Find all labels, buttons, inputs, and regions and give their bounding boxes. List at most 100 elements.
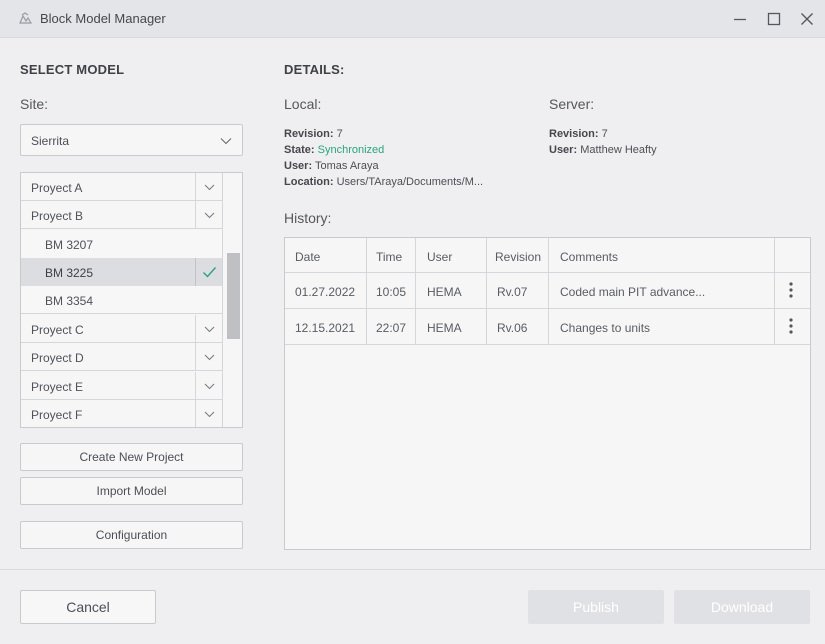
chevron-down-icon [204, 326, 215, 333]
chevron-down-icon [204, 184, 215, 191]
more-options-icon[interactable] [787, 281, 795, 299]
select-model-heading: SELECT MODEL [20, 62, 125, 77]
row-divider [285, 272, 810, 273]
tree-item-label: BM 3225 [45, 266, 94, 280]
local-state-key: State: [284, 144, 315, 156]
server-user-key: User: [549, 144, 578, 156]
local-revision-key: Revision: [284, 128, 334, 140]
cell-user: HEMA [427, 321, 462, 335]
column-header-revision[interactable]: Revision [495, 250, 541, 264]
local-user-value: Tomas Araya [314, 160, 379, 172]
tree-item-proyect-d[interactable]: Proyect D [21, 343, 222, 371]
tree-item-label: Proyect A [31, 181, 83, 195]
tree-item-label: BM 3354 [45, 294, 94, 308]
column-divider [774, 238, 775, 345]
create-new-project-button[interactable]: Create New Project [20, 443, 243, 471]
chevron-down-icon [204, 212, 215, 219]
server-revision-key: Revision: [549, 128, 599, 140]
cell-date: 12.15.2021 [295, 321, 356, 335]
cell-user: HEMA [427, 285, 462, 299]
local-location-value: Users/TAraya/Documents/M... [336, 176, 484, 188]
tree-item-proyect-a[interactable]: Proyect A [21, 173, 222, 201]
site-label: Site: [20, 96, 49, 112]
site-dropdown[interactable]: Sierrita [20, 124, 243, 156]
more-options-icon[interactable] [787, 317, 795, 335]
history-table: Date Time User Revision Comments 01.27.2… [284, 237, 811, 550]
tree-scrollbar-thumb[interactable] [227, 253, 240, 339]
app-logo-icon [19, 12, 33, 24]
title-bar: Block Model Manager [0, 0, 825, 38]
local-location: Location: Users/TAraya/Documents/M... [284, 176, 483, 188]
column-divider [415, 238, 416, 345]
tree-item-proyect-f[interactable]: Proyect F [21, 400, 222, 427]
cell-comment: Coded main PIT advance... [560, 285, 706, 299]
expand-toggle[interactable] [195, 400, 222, 427]
tree-item-proyect-c[interactable]: Proyect C [21, 315, 222, 343]
tree-item-label: Proyect B [31, 209, 84, 223]
column-header-date[interactable]: Date [295, 250, 320, 264]
server-heading: Server: [549, 96, 595, 112]
local-revision: Revision: 7 [284, 128, 343, 140]
sync-status-badge: Synchronized [317, 144, 385, 156]
cell-time: 22:07 [376, 321, 407, 335]
server-revision: Revision: 7 [549, 128, 608, 140]
tree-item-label: BM 3207 [45, 238, 94, 252]
column-divider [366, 238, 367, 345]
cell-date: 01.27.2022 [295, 285, 356, 299]
check-icon [203, 267, 217, 278]
expand-toggle[interactable] [195, 173, 222, 201]
expand-toggle[interactable] [195, 315, 222, 343]
local-heading: Local: [284, 96, 322, 112]
window-title: Block Model Manager [40, 11, 166, 26]
local-revision-value: 7 [336, 128, 343, 140]
publish-button[interactable]: Publish [528, 590, 664, 624]
column-header-comments[interactable]: Comments [560, 250, 618, 264]
import-model-button[interactable]: Import Model [20, 477, 243, 505]
site-dropdown-value: Sierrita [31, 134, 70, 148]
chevron-down-icon [220, 138, 232, 145]
row-divider [285, 344, 810, 345]
download-button[interactable]: Download [674, 590, 810, 624]
tree-item-proyect-b[interactable]: Proyect B [21, 201, 222, 229]
cell-revision: Rv.06 [497, 321, 528, 335]
chevron-down-icon [204, 383, 215, 390]
local-location-key: Location: [284, 176, 334, 188]
expand-toggle[interactable] [195, 201, 222, 229]
tree-item-label: Proyect C [31, 323, 84, 337]
chevron-down-icon [204, 354, 215, 361]
cell-time: 10:05 [376, 285, 407, 299]
local-user-key: User: [284, 160, 313, 172]
column-header-time[interactable]: Time [376, 250, 402, 264]
selected-indicator [195, 258, 222, 286]
expand-toggle[interactable] [195, 343, 222, 371]
tree-item-label: Proyect E [31, 380, 84, 394]
tree-item-label: Proyect D [31, 351, 84, 365]
row-divider [285, 308, 810, 309]
close-icon[interactable] [795, 7, 819, 31]
tree-item-bm-3225[interactable]: BM 3225 [21, 258, 222, 286]
server-user-value: Matthew Heafty [580, 144, 657, 156]
server-user: User: Matthew Heafty [549, 144, 657, 156]
tree-item-label: Proyect F [31, 408, 83, 422]
expand-toggle[interactable] [195, 372, 222, 400]
tree-scrollbar[interactable] [222, 173, 242, 427]
configuration-button[interactable]: Configuration [20, 521, 243, 549]
local-user: User: Tomas Araya [284, 160, 379, 172]
footer-divider [0, 569, 825, 570]
tree-item-bm-3354[interactable]: BM 3354 [21, 286, 222, 314]
tree-item-proyect-e[interactable]: Proyect E [21, 372, 222, 400]
maximize-icon[interactable] [762, 7, 786, 31]
cancel-button[interactable]: Cancel [20, 590, 156, 624]
local-state: State: Synchronized [284, 144, 384, 156]
chevron-down-icon [204, 411, 215, 418]
model-tree: Proyect A Proyect B BM 3207 BM 3225 BM 3… [20, 172, 243, 428]
minimize-icon[interactable] [728, 7, 752, 31]
cell-revision: Rv.07 [497, 285, 528, 299]
server-revision-value: 7 [601, 128, 608, 140]
details-heading: DETAILS: [284, 62, 345, 77]
tree-item-bm-3207[interactable]: BM 3207 [21, 230, 222, 258]
history-label: History: [284, 210, 332, 226]
column-header-user[interactable]: User [427, 250, 452, 264]
column-divider [486, 238, 487, 345]
cell-comment: Changes to units [560, 321, 651, 335]
